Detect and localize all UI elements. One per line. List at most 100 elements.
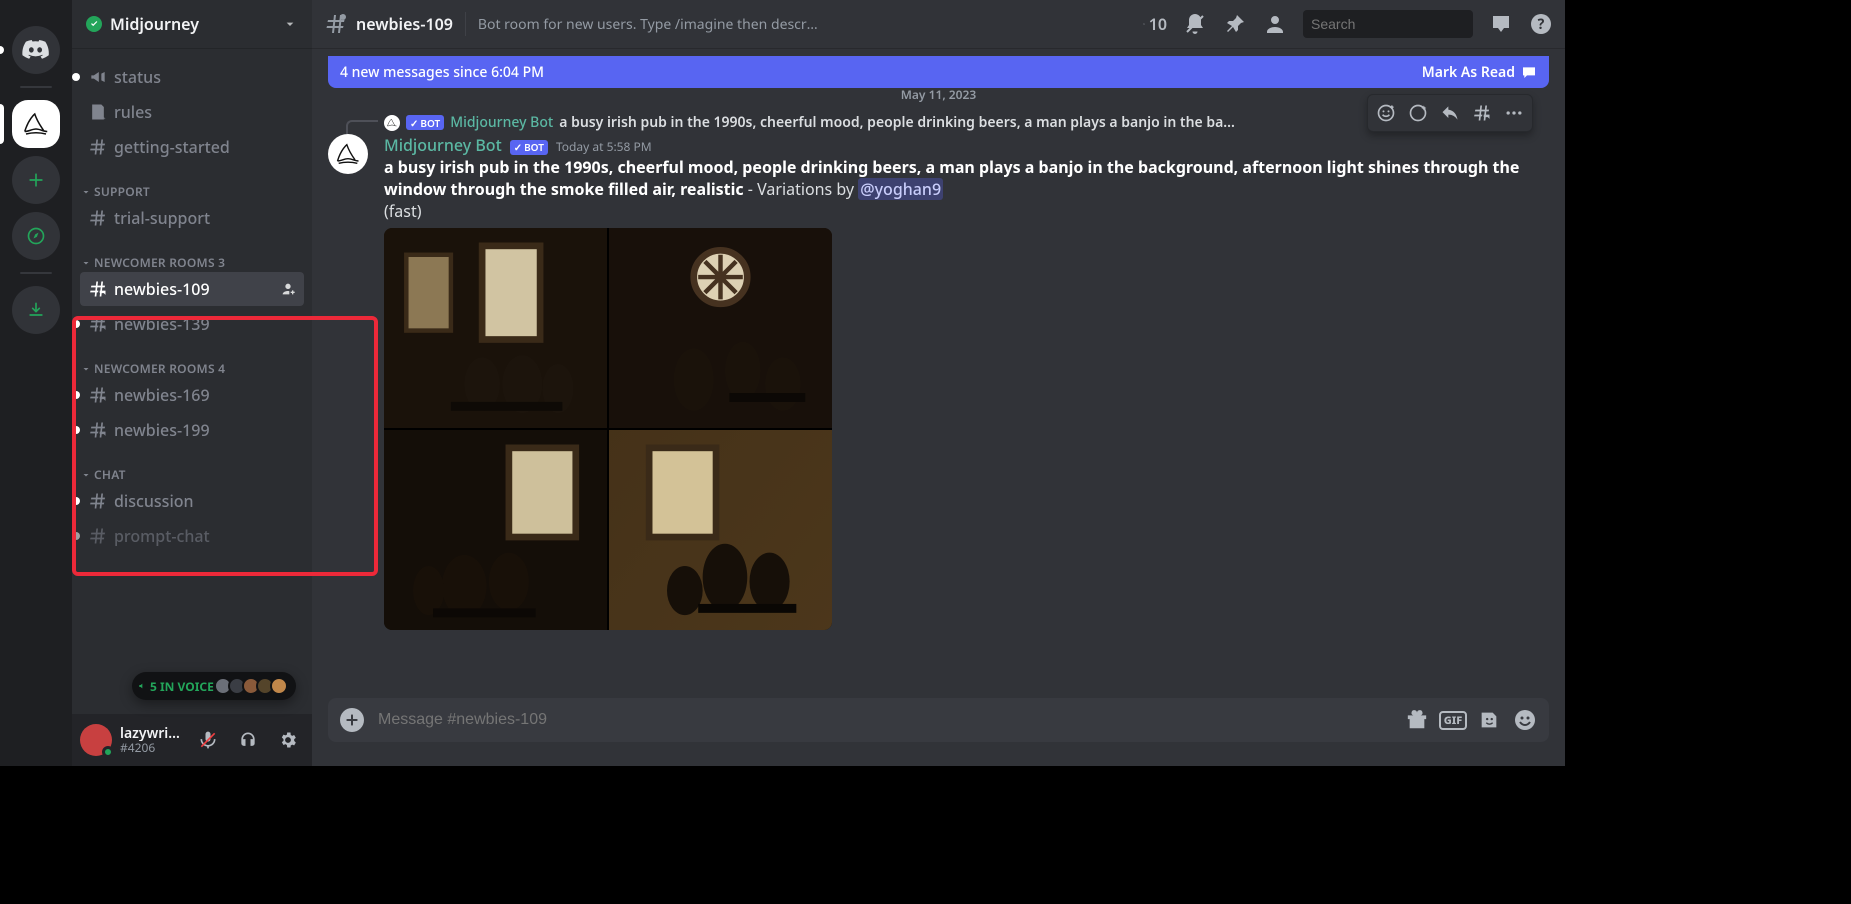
channel-topic[interactable]: Bot room for new users. Type /imagine th…: [478, 15, 818, 34]
add-server-button[interactable]: [12, 156, 60, 204]
category-chat[interactable]: CHAT: [72, 448, 312, 483]
guild-separator: [20, 272, 52, 274]
user-panel: lazywriter... #4206: [72, 714, 312, 766]
channel-header: newbies-109 Bot room for new users. Type…: [312, 0, 1565, 48]
deafen-button[interactable]: [232, 724, 264, 756]
pinned-messages-button[interactable]: [1223, 12, 1247, 36]
help-icon: ?: [1529, 12, 1553, 36]
bell-muted-icon: [1183, 12, 1207, 36]
hash-lock-icon: [324, 12, 348, 36]
thread-hash-icon: [88, 385, 108, 405]
message-timestamp: Today at 5:58 PM: [556, 138, 652, 155]
guild-bar: [0, 0, 72, 766]
generated-image-1: [384, 228, 607, 428]
emoji-button[interactable]: [1513, 708, 1537, 732]
voice-avatars: [218, 677, 288, 695]
speaker-icon: [138, 682, 146, 690]
message-speed: (fast): [384, 200, 1549, 222]
hash-icon: [88, 526, 108, 546]
threads-icon: [1143, 12, 1145, 36]
download-apps-button[interactable]: [12, 286, 60, 334]
gif-button[interactable]: GIF: [1441, 708, 1465, 732]
server-midjourney[interactable]: [12, 100, 60, 148]
attach-button[interactable]: [340, 708, 364, 732]
mark-as-read-button[interactable]: Mark As Read: [1422, 63, 1537, 82]
server-header[interactable]: Midjourney: [72, 0, 312, 48]
inbox-icon: [1489, 12, 1513, 36]
category-newcomer-4[interactable]: NEWCOMER ROOMS 4: [72, 342, 312, 377]
message-input[interactable]: [376, 710, 1393, 730]
hash-icon: [88, 491, 108, 511]
message-body: a busy irish pub in the 1990s, cheerful …: [384, 156, 1549, 222]
server-name: Midjourney: [110, 13, 199, 35]
channel-newbies-109[interactable]: newbies-109: [80, 272, 304, 306]
hash-icon: [88, 208, 108, 228]
search-input[interactable]: [1309, 15, 1494, 33]
help-button[interactable]: ?: [1529, 12, 1553, 36]
chevron-down-icon: [282, 16, 298, 32]
chat-input[interactable]: GIF: [328, 698, 1549, 742]
create-invite-icon[interactable]: [280, 281, 296, 297]
chat-input-area: GIF: [312, 698, 1565, 766]
generated-image-2: [609, 228, 832, 428]
sticker-button[interactable]: [1477, 708, 1501, 732]
hash-icon: [88, 137, 108, 157]
chat-main: newbies-109 Bot room for new users. Type…: [312, 0, 1565, 766]
channel-sidebar: Midjourney status rules getting-started: [72, 0, 312, 766]
reply-reference[interactable]: ✓ BOT Midjourney Bot a busy irish pub in…: [384, 113, 1565, 132]
members-icon: [1263, 12, 1287, 36]
bot-badge: ✓ BOT: [510, 140, 548, 155]
download-icon: [26, 300, 46, 320]
user-mention[interactable]: @yoghan9: [858, 178, 943, 200]
channel-trial-support[interactable]: trial-support: [80, 201, 304, 235]
svg-text:?: ?: [1538, 15, 1545, 34]
announcement-icon: [88, 67, 108, 87]
message: Midjourney Bot ✓ BOT Today at 5:58 PM a …: [312, 132, 1565, 630]
channel-title: newbies-109: [356, 13, 453, 35]
pin-icon: [1223, 12, 1247, 36]
channel-newbies-169[interactable]: newbies-169: [80, 378, 304, 412]
user-settings-button[interactable]: [272, 724, 304, 756]
message-prompt: a busy irish pub in the 1990s, cheerful …: [384, 156, 1519, 200]
mark-read-icon: [1521, 64, 1537, 80]
channel-discussion[interactable]: discussion: [80, 484, 304, 518]
voice-activity-pill[interactable]: 5 IN VOICE: [132, 672, 296, 700]
channel-newbies-139[interactable]: newbies-139: [80, 307, 304, 341]
channel-label: rules: [114, 101, 152, 123]
channel-label: newbies-139: [114, 313, 210, 335]
image-attachment[interactable]: [384, 228, 832, 630]
channel-label: newbies-199: [114, 419, 210, 441]
notifications-button[interactable]: [1183, 12, 1207, 36]
mute-button[interactable]: [192, 724, 224, 756]
member-list-button[interactable]: [1263, 12, 1287, 36]
home-button[interactable]: [12, 26, 60, 74]
category-support[interactable]: SUPPORT: [72, 165, 312, 200]
category-newcomer-3[interactable]: NEWCOMER ROOMS 3: [72, 236, 312, 271]
channel-getting-started[interactable]: getting-started: [80, 130, 304, 164]
gift-button[interactable]: [1405, 708, 1429, 732]
chevron-down-icon: [80, 363, 92, 375]
gift-icon: [1406, 709, 1428, 731]
threads-button[interactable]: 10: [1143, 12, 1167, 36]
channel-rules[interactable]: rules: [80, 95, 304, 129]
message-avatar[interactable]: [328, 134, 368, 174]
user-avatar[interactable]: [80, 724, 112, 756]
header-toolbar: 10 ?: [1143, 10, 1553, 38]
inbox-button[interactable]: [1489, 12, 1513, 36]
header-divider: [465, 12, 466, 36]
sticker-icon: [1478, 709, 1500, 731]
channel-label: status: [114, 66, 161, 88]
new-messages-bar[interactable]: 4 new messages since 6:04 PM Mark As Rea…: [328, 56, 1549, 88]
explore-servers-button[interactable]: [12, 212, 60, 260]
message-author[interactable]: Midjourney Bot: [384, 134, 502, 156]
plus-icon: [344, 712, 360, 728]
thread-hash-icon: [88, 314, 108, 334]
message-scroller[interactable]: May 11, 2023 ✓ BOT Midjourney Bot a busy…: [312, 88, 1565, 698]
channel-prompt-chat[interactable]: prompt-chat: [80, 519, 304, 553]
channel-newbies-199[interactable]: newbies-199: [80, 413, 304, 447]
reply-author: Midjourney Bot: [450, 113, 553, 132]
new-messages-text: 4 new messages since 6:04 PM: [340, 63, 544, 82]
user-tag: #4206: [120, 741, 184, 754]
channel-status[interactable]: status: [80, 60, 304, 94]
search-bar[interactable]: [1303, 10, 1473, 38]
